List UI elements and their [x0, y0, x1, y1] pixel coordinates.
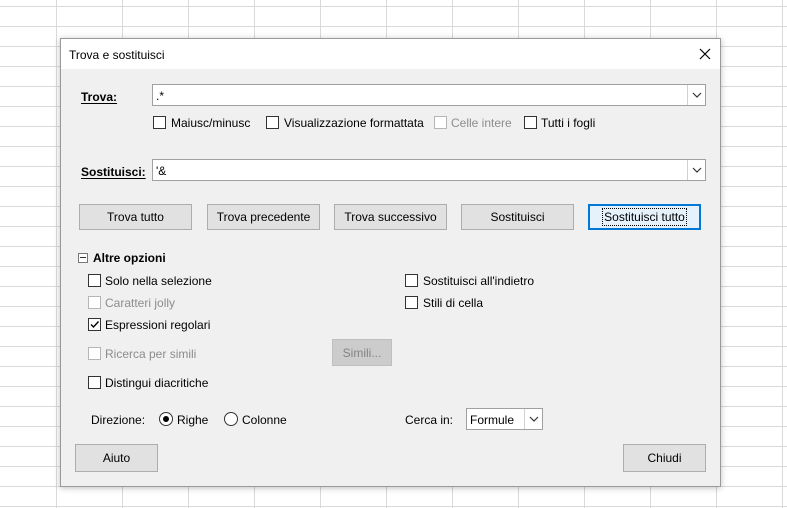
wildcards-checkbox — [88, 296, 101, 309]
chevron-down-icon[interactable] — [524, 409, 542, 429]
wildcards-label: Caratteri jolly — [105, 296, 176, 310]
all-sheets-label: Tutti i fogli — [541, 116, 596, 130]
diacritics-checkbox[interactable] — [88, 376, 101, 389]
formatted-display-label: Visualizzazione formattata — [284, 116, 424, 130]
formatted-display-checkbox[interactable] — [266, 116, 279, 129]
find-replace-dialog: Trova e sostituisci Trova: .* Maiusc/min… — [60, 38, 721, 487]
close-button[interactable]: Chiudi — [623, 444, 706, 472]
search-in-label: Cerca in: — [405, 413, 454, 427]
find-input[interactable]: .* — [152, 84, 706, 106]
similarity-label: Ricerca per simili — [105, 347, 197, 361]
more-options-label[interactable]: Altre opzioni — [93, 251, 166, 265]
replace-label: Sostituisci: — [81, 165, 146, 179]
cell-styles-checkbox[interactable] — [405, 296, 418, 309]
title-bar: Trova e sostituisci — [61, 39, 720, 69]
replace-input[interactable]: '& — [152, 159, 706, 181]
checkmark-icon — [90, 321, 100, 329]
entire-cells-checkbox — [434, 116, 447, 129]
similarity-checkbox — [88, 347, 101, 360]
backwards-label: Sostituisci all'indietro — [423, 274, 535, 288]
backwards-checkbox[interactable] — [405, 274, 418, 287]
cell-styles-label: Stili di cella — [423, 296, 484, 310]
find-previous-button[interactable]: Trova precedente — [207, 204, 320, 230]
diacritics-label: Distingui diacritiche — [105, 376, 209, 390]
replace-all-button[interactable]: Sostituisci tutto — [588, 204, 701, 230]
entire-cells-label: Celle intere — [451, 116, 512, 130]
columns-radio[interactable] — [224, 412, 238, 426]
find-next-button[interactable]: Trova successivo — [334, 204, 447, 230]
columns-label: Colonne — [242, 413, 287, 427]
current-selection-checkbox[interactable] — [88, 274, 101, 287]
close-icon[interactable] — [694, 43, 716, 65]
replace-button[interactable]: Sostituisci — [461, 204, 574, 230]
rows-label: Righe — [177, 413, 209, 427]
search-in-select[interactable]: Formule — [466, 408, 543, 430]
chevron-down-icon[interactable] — [687, 85, 705, 105]
collapse-icon[interactable] — [78, 253, 88, 263]
regex-label: Espressioni regolari — [105, 318, 211, 332]
chevron-down-icon[interactable] — [687, 160, 705, 180]
match-case-checkbox[interactable] — [153, 116, 166, 129]
find-all-button[interactable]: Trova tutto — [79, 204, 192, 230]
all-sheets-checkbox[interactable] — [524, 116, 537, 129]
dialog-title: Trova e sostituisci — [69, 48, 165, 62]
direction-label: Direzione: — [91, 413, 146, 427]
find-label: Trova: — [81, 90, 118, 104]
rows-radio[interactable] — [159, 412, 173, 426]
replace-value: '& — [156, 164, 167, 178]
help-button[interactable]: Aiuto — [75, 444, 158, 472]
regex-checkbox[interactable] — [88, 318, 101, 331]
match-case-label: Maiusc/minusc — [171, 116, 251, 130]
search-in-value: Formule — [470, 413, 515, 427]
similarity-button: Simili... — [332, 339, 392, 366]
current-selection-label: Solo nella selezione — [105, 274, 212, 288]
find-value: .* — [156, 89, 165, 103]
